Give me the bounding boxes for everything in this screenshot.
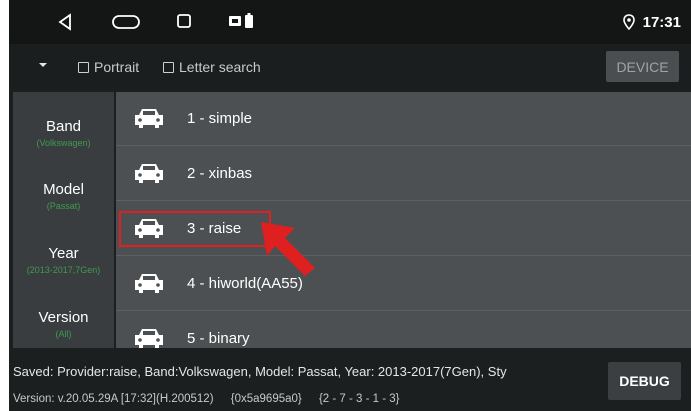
checkbox-box[interactable] [78, 61, 89, 73]
letter-search-label: Letter search [179, 59, 261, 75]
saved-info: Saved: Provider:raise, Band:Volkswagen, … [13, 364, 507, 379]
dropdown-caret-icon[interactable] [39, 63, 47, 67]
car-icon [135, 164, 163, 183]
category-value: (Passat) [46, 201, 81, 211]
list-item-label: 5 - binary [187, 330, 250, 347]
category-panel: Band (Volkswagen) Model (Passat) Year (2… [13, 92, 114, 348]
debug-button[interactable]: DEBUG [608, 362, 681, 400]
screen: 17:31 Portrait Letter search DEVICE Band… [9, 0, 691, 411]
list-item[interactable]: 2 - xinbas [116, 147, 691, 201]
selection-highlight-box [119, 211, 271, 247]
home-icon[interactable] [112, 15, 140, 29]
version-text: Version: v.20.05.29A [17:32](H.200512) [13, 393, 214, 405]
device-button[interactable]: DEVICE [606, 51, 679, 82]
location-pin-icon [623, 14, 635, 30]
category-title: Band [45, 118, 82, 135]
selection-path: {2 - 7 - 3 - 1 - 3} [318, 393, 400, 405]
car-icon [135, 274, 163, 293]
category-value: (All) [55, 329, 72, 339]
category-title: Model [43, 181, 84, 198]
list-item[interactable]: 4 - hiworld(AA55) [116, 257, 691, 311]
category-value: (Volkswagen) [36, 138, 91, 148]
clock: 17:31 [642, 14, 681, 31]
hex-code: {0x5a9695a0} [230, 393, 302, 405]
back-icon[interactable] [57, 13, 73, 31]
list-item[interactable]: 1 - simple [116, 92, 691, 146]
category-title: Year [48, 245, 79, 262]
car-icon [135, 109, 163, 128]
toolbar: Portrait Letter search DEVICE [9, 44, 691, 88]
portrait-checkbox[interactable]: Portrait [78, 59, 139, 75]
list-item[interactable]: 5 - binary [116, 312, 691, 348]
category-version[interactable]: Version (All) [13, 309, 114, 339]
screenshot-icon [229, 16, 241, 26]
recents-icon[interactable] [177, 14, 191, 28]
category-model[interactable]: Model (Passat) [13, 181, 114, 211]
list-item-label: 2 - xinbas [187, 165, 253, 182]
list-item-label: 1 - simple [187, 110, 253, 127]
pointer-arrow-icon [261, 222, 315, 276]
battery-icon [245, 13, 253, 28]
status-bar: 17:31 [9, 0, 691, 44]
category-year[interactable]: Year (2013-2017,7Gen) [13, 245, 114, 275]
version-info: Version: v.20.05.29A [17:32](H.200512) {… [13, 393, 414, 405]
car-icon [135, 329, 163, 348]
category-band[interactable]: Band (Volkswagen) [13, 118, 114, 148]
letter-search-checkbox[interactable]: Letter search [163, 59, 261, 75]
checkbox-box[interactable] [163, 61, 174, 73]
portrait-label: Portrait [94, 59, 140, 75]
category-value: (2013-2017,7Gen) [26, 265, 101, 275]
category-title: Version [38, 309, 89, 326]
